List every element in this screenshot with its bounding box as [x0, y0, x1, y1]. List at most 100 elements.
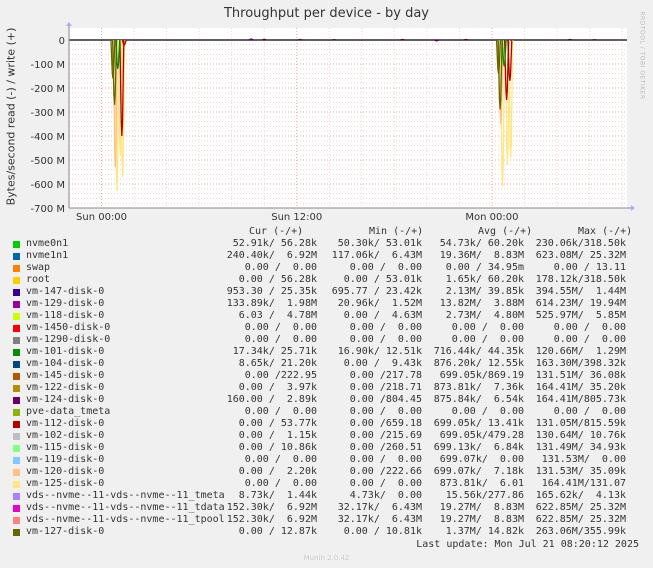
legend-swatch — [13, 313, 20, 320]
legend-device-name: pve-data_tmeta — [26, 406, 111, 417]
legend-cur-value: 160.00 / 2.89k — [226, 394, 317, 405]
legend-max-value: 164.41M/131.07 — [541, 478, 626, 489]
legend-max-value: 0.00 / 0.00 — [553, 322, 626, 333]
legend-min-value: 0.00 /215.69 — [349, 430, 422, 441]
legend-avg-value: 54.73k/ 60.20k — [439, 238, 524, 249]
legend-cur-value: 0.00 / 3.97k — [238, 382, 317, 393]
legend-max-value: 131.53M/ 0.00 — [541, 454, 626, 465]
legend-avg-value: 875.84k/ 6.54k — [433, 394, 524, 405]
legend-min-value: 0.00 / 0.00 — [349, 478, 422, 489]
legend-avg-value: 19.36M/ 8.83M — [439, 250, 524, 261]
legend-device-name: vm-129-disk-0 — [26, 298, 105, 309]
legend-device-name: vm-112-disk-0 — [26, 418, 105, 429]
legend-cur-value: 8.65k/ 21.20k — [238, 358, 317, 369]
legend-row: vm-124-disk-0 160.00 / 2.89k 0.00 /804.45 8… — [13, 394, 640, 406]
legend-row: vds--nvme--11-vds--nvme--11_tdata 152.30k… — [13, 502, 640, 514]
plot-background — [69, 28, 627, 208]
legend-row: vm-125-disk-0 0.00 / 0.00 0.00 / 0.00 873.8… — [13, 478, 640, 490]
legend-row: vds--nvme--11-vds--nvme--11_tmeta 8.73k/ … — [13, 490, 640, 502]
legend-max-value: 178.12k/318.50k — [535, 274, 626, 285]
legend-device-name: vm-127-disk-0 — [26, 526, 105, 537]
legend-min-value: 0.00 / 9.43k — [343, 358, 422, 369]
legend-swatch — [13, 517, 20, 524]
legend-device-name: vm-125-disk-0 — [26, 478, 105, 489]
legend-row: vm-1290-disk-0 0.00 / 0.00 0.00 / 0.00 0.00… — [13, 334, 640, 346]
legend-min-value: 0.00 / 0.00 — [349, 262, 422, 273]
x-tick-label: Sun 00:00 — [76, 212, 127, 223]
legend-swatch — [13, 361, 20, 368]
legend-avg-value: 0.00 / 34.95m — [445, 262, 524, 273]
legend-avg-value: 699.05k/869.19 — [439, 370, 524, 381]
legend-max-value: 163.30M/398.32k — [535, 358, 626, 369]
y-tick-label: -200 M — [30, 84, 65, 95]
legend-max-value: 263.06M/355.99k — [535, 526, 626, 537]
legend-device-name: vds--nvme--11-vds--nvme--11_tmeta — [26, 490, 225, 501]
legend-cur-value: 0.00 / 0.00 — [244, 454, 317, 465]
legend-max-value: 131.51M/ 36.08k — [535, 370, 626, 381]
y-axis-arrow — [66, 22, 72, 26]
legend-max-value: 525.97M/ 5.85M — [535, 310, 626, 321]
legend-avg-value: 873.81k/ 6.01 — [439, 478, 524, 489]
legend-min-value: 0.00 /804.45 — [349, 394, 422, 405]
legend-swatch — [13, 325, 20, 332]
legend-max-value: 0.00 / 0.00 — [553, 406, 626, 417]
y-tick-label: -100 M — [30, 60, 65, 71]
legend-cur-value: 52.91k/ 56.28k — [232, 238, 317, 249]
y-tick-label: -700 M — [30, 204, 65, 215]
legend-cur-value: 0.00 / 0.00 — [244, 406, 317, 417]
legend-min-value: 0.00 / 4.63M — [343, 310, 422, 321]
y-tick-label: -300 M — [30, 108, 65, 119]
legend-swatch — [13, 385, 20, 392]
legend-swatch — [13, 469, 20, 476]
legend-min-value: 0.00 / 0.00 — [349, 406, 422, 417]
legend-table: nvme0n1 52.91k/ 56.28k 50.30k/ 53.01k 54.73… — [13, 226, 640, 538]
legend-cur-value: 0.00 / 0.00 — [244, 322, 317, 333]
legend-min-value: 32.17k/ 6.43M — [337, 514, 422, 525]
legend-avg-value: 699.05k/ 13.41k — [433, 418, 524, 429]
legend-row: vm-112-disk-0 0.00 / 53.77k 0.00 /659.18 69… — [13, 418, 640, 430]
legend-cur-value: 17.34k/ 25.71k — [232, 346, 317, 357]
legend-device-name: vm-101-disk-0 — [26, 346, 105, 357]
legend-max-value: 131.05M/815.59k — [535, 418, 626, 429]
legend-cur-value: 953.30 / 25.35k — [226, 286, 317, 297]
legend-cur-value: 240.40k/ 6.92M — [226, 250, 317, 261]
legend-avg-value: 0.00 / 0.00 — [451, 406, 524, 417]
legend-avg-value: 19.27M/ 8.83M — [439, 514, 524, 525]
legend-max-value: 164.41M/ 35.20k — [535, 382, 626, 393]
legend-swatch — [13, 433, 20, 440]
legend-max-value: 131.49M/ 34.93k — [535, 442, 626, 453]
y-tick-labels: 0 -100 M -200 M -300 M -400 M -500 M -600 M -70… — [30, 36, 65, 215]
legend-min-value: 0.00 / 0.00 — [349, 454, 422, 465]
y-tick-label: -400 M — [30, 132, 65, 143]
x-tick-labels: Sun 00:00 Sun 12:00 Mon 00:00 — [76, 212, 518, 223]
legend-avg-value: 699.07k/ 0.00 — [439, 454, 524, 465]
x-axis-arrow — [631, 205, 635, 211]
legend-avg-value: 716.44k/ 44.35k — [433, 346, 524, 357]
legend-min-value: 0.00 /217.78 — [349, 370, 422, 381]
legend-cur-value: 152.30k/ 6.92M — [226, 502, 317, 513]
legend-device-name: vm-1450-disk-0 — [26, 322, 111, 333]
legend-max-value: 0.00 / 13.11 — [553, 262, 626, 273]
legend-device-name: vm-120-disk-0 — [26, 466, 105, 477]
legend-avg-value: 1.65k/ 60.20k — [445, 274, 524, 285]
legend-max-value: 0.00 / 0.00 — [553, 334, 626, 345]
legend-swatch — [13, 445, 20, 452]
legend-cur-value: 0.00 / 0.00 — [244, 478, 317, 489]
legend-row: vm-1450-disk-0 0.00 / 0.00 0.00 / 0.00 0.00… — [13, 322, 640, 334]
legend-device-name: vm-147-disk-0 — [26, 286, 105, 297]
legend-row: vm-122-disk-0 0.00 / 3.97k 0.00 /218.71 873… — [13, 382, 640, 394]
legend-min-value: 0.00 / 10.81k — [343, 526, 422, 537]
legend-max-value: 120.66M/ 1.29M — [535, 346, 626, 357]
y-tick-label: -500 M — [30, 156, 65, 167]
legend-swatch — [13, 301, 20, 308]
legend-row: vm-145-disk-0 0.00 /222.95 0.00 /217.78 699… — [13, 370, 640, 382]
legend-cur-value: 133.89k/ 1.98M — [226, 298, 317, 309]
legend-min-value: 0.00 /659.18 — [349, 418, 422, 429]
legend-avg-value: 876.20k/ 12.55k — [433, 358, 524, 369]
legend-avg-value: 2.13M/ 39.85k — [445, 286, 524, 297]
legend-swatch — [13, 493, 20, 500]
legend-device-name: root — [26, 274, 51, 285]
legend-row: vm-102-disk-0 0.00 / 1.15k 0.00 /215.69 699… — [13, 430, 640, 442]
legend-device-name: vm-122-disk-0 — [26, 382, 105, 393]
legend-swatch — [13, 253, 20, 260]
